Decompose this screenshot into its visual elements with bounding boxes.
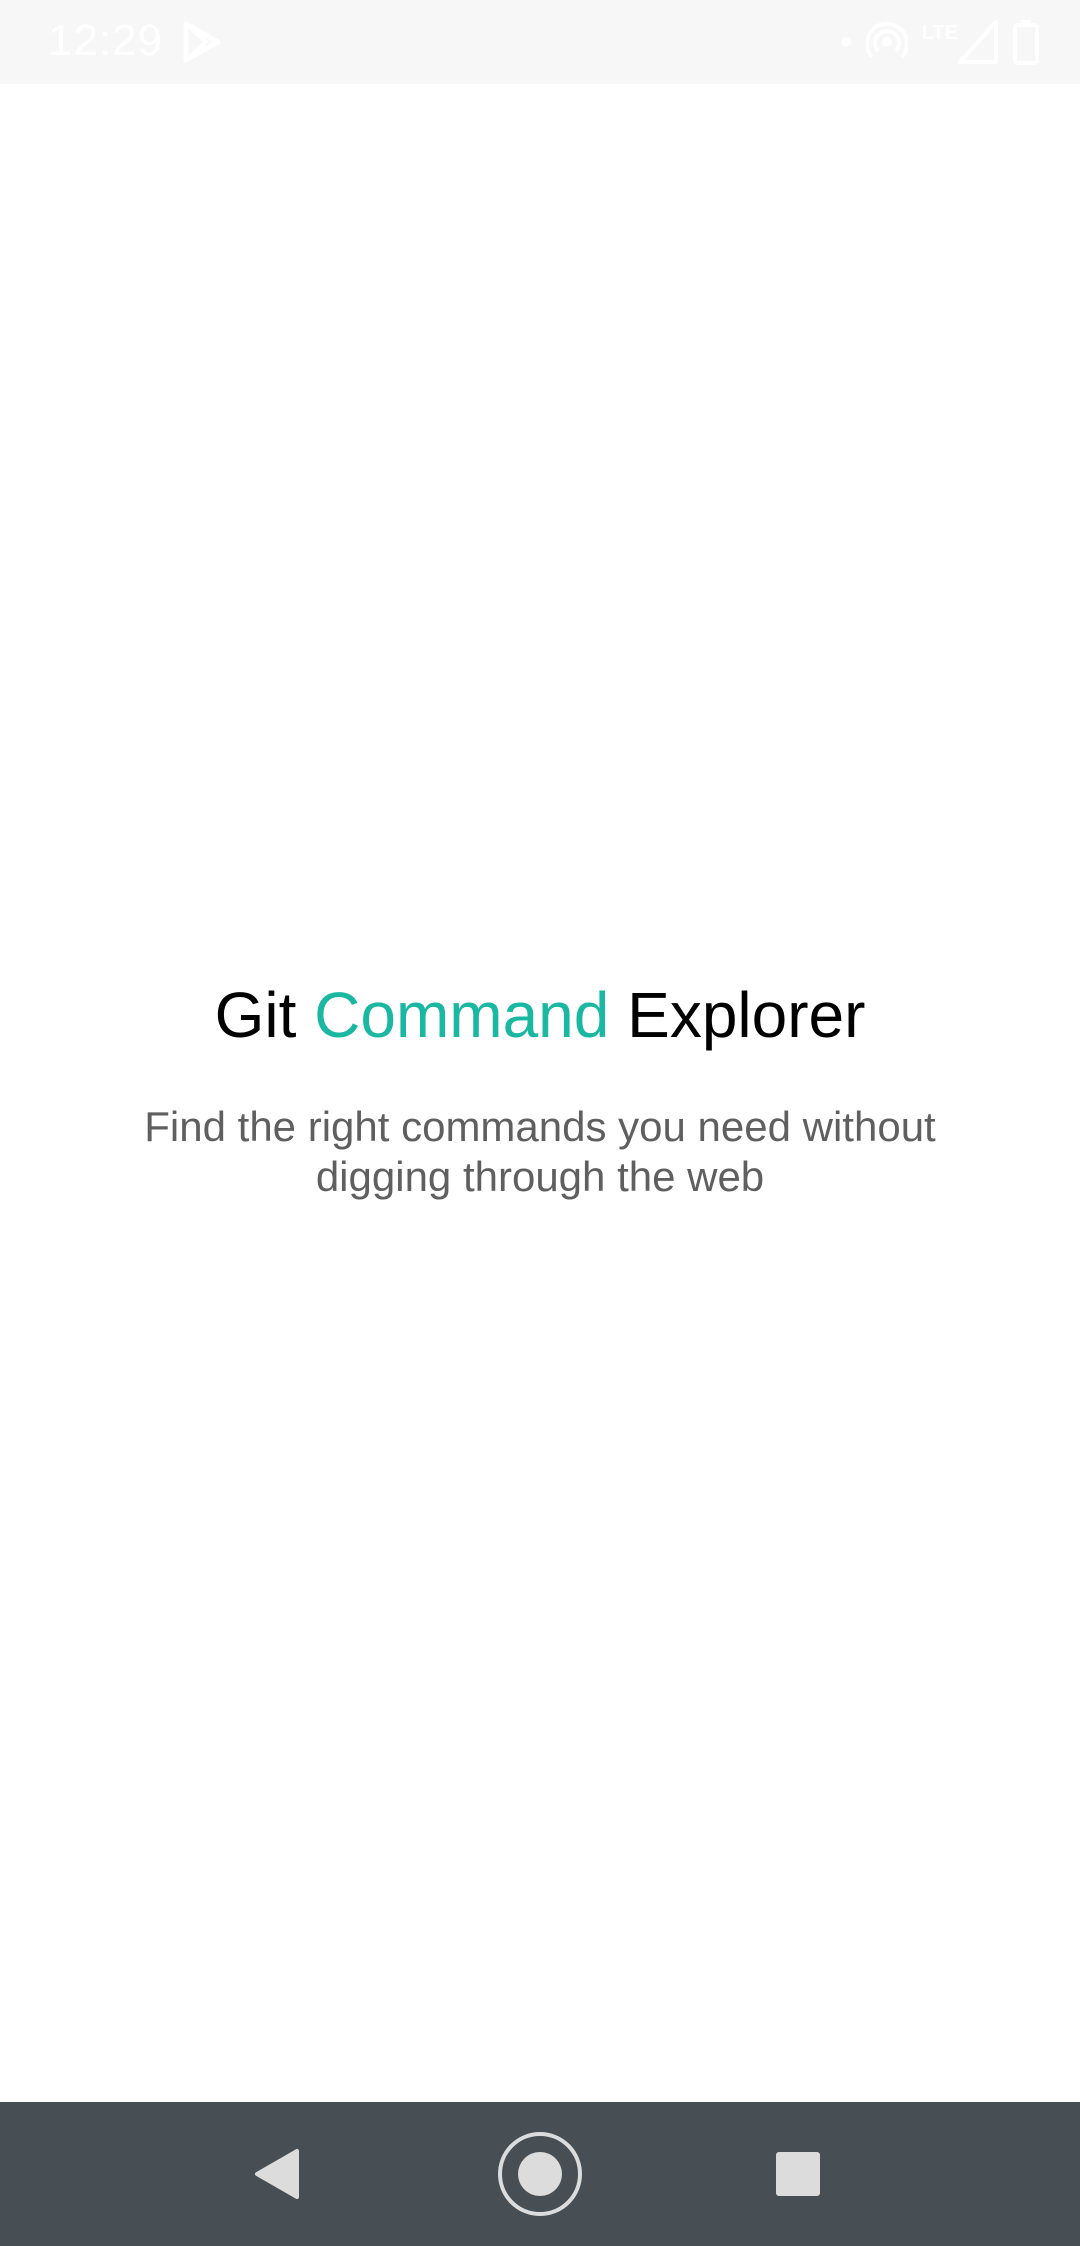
status-time: 12:29 [48,16,164,65]
battery-icon [1012,19,1040,65]
home-icon[interactable] [480,2102,600,2246]
splash-content [0,84,1080,2102]
network-type-label: LTE [921,21,958,44]
app-subtitle: Find the right commands you need without… [144,1103,936,1200]
signal-icon [958,20,998,64]
play-store-icon [182,20,222,64]
recents-icon[interactable] [738,2102,858,2246]
back-icon[interactable] [216,2102,336,2246]
navigation-bar [0,2102,1080,2246]
status-bar: 12:29 LTE [0,0,1080,84]
hotspot-icon [865,21,908,63]
app-title-part3: Explorer [627,979,866,1051]
status-icons: LTE [840,18,1040,66]
app-title-part1: Git [214,979,297,1051]
app-title-part2: Command [314,979,610,1051]
dot-icon [840,36,852,48]
app-title: Git Command Explorer [0,975,1080,1055]
